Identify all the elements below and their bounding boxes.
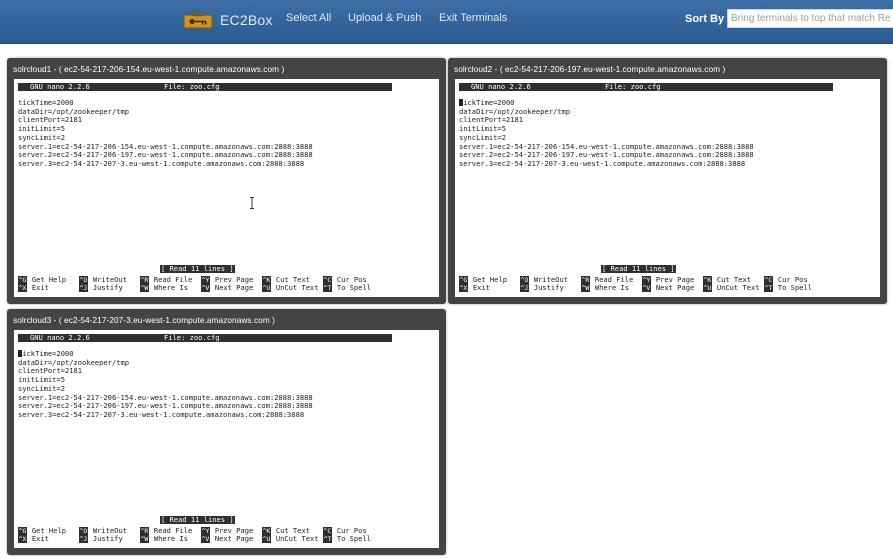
terminal-title: solrcloud2 - ( ec2-54-217-206-197.eu-wes… — [454, 64, 726, 74]
shortcut-key: ^X — [18, 284, 27, 292]
sort-filter-input[interactable] — [727, 9, 893, 28]
shortcut-key: ^V — [201, 535, 210, 543]
nano-header-bar: GNU nano 2.2.6 File: zoo.cfg — [18, 334, 392, 342]
toolbox-key-icon — [183, 10, 213, 29]
terminal-screen[interactable]: GNU nano 2.2.6 File: zoo.cfg tickTime=20… — [14, 330, 439, 548]
terminal-window[interactable]: solrcloud3 - ( ec2-54-217-207-3.eu-west-… — [7, 309, 446, 555]
terminal-window[interactable]: solrcloud1 - ( ec2-54-217-206-154.eu-wes… — [7, 58, 446, 304]
shortcut-key: ^T — [764, 284, 773, 292]
shortcut-key: ^V — [642, 284, 651, 292]
file-content: tickTime=2000 dataDir=/opt/zookeeper/tmp… — [18, 349, 313, 419]
terminal-title: solrcloud3 - ( ec2-54-217-207-3.eu-west-… — [13, 315, 275, 325]
shortcut-key: ^J — [79, 284, 88, 292]
shortcut-key: ^X — [18, 535, 27, 543]
brand[interactable]: EC2Box — [183, 8, 273, 32]
shortcut-key: ^T — [323, 535, 332, 543]
exit-terminals-link[interactable]: Exit Terminals — [439, 12, 507, 24]
sort-by-label: Sort By — [685, 13, 725, 25]
nano-header-bar: GNU nano 2.2.6 File: zoo.cfg — [18, 83, 392, 91]
nano-filename: File: zoo.cfg — [164, 82, 220, 91]
shortcut-key: ^U — [703, 284, 712, 292]
terminal-window[interactable]: solrcloud2 - ( ec2-54-217-206-197.eu-wes… — [448, 58, 887, 304]
upload-push-link[interactable]: Upload & Push — [348, 12, 421, 24]
shortcut-key: ^J — [79, 535, 88, 543]
shortcut-key: ^T — [323, 284, 332, 292]
nano-version: GNU nano 2.2.6 — [471, 82, 531, 91]
nano-header-bar: GNU nano 2.2.6 File: zoo.cfg — [459, 83, 833, 91]
nano-status: [ Read 11 lines ] — [601, 264, 676, 273]
shortcut-key: ^J — [520, 284, 529, 292]
nano-filename: File: zoo.cfg — [164, 333, 220, 342]
nano-version: GNU nano 2.2.6 — [30, 82, 90, 91]
shortcut-key: ^U — [262, 535, 271, 543]
shortcut-key: ^W — [140, 535, 149, 543]
shortcut-key: ^X — [459, 284, 468, 292]
ibeam-cursor-icon — [250, 197, 254, 209]
top-navbar: EC2Box Select All Upload & Push Exit Ter… — [0, 0, 893, 44]
shortcut-key: ^W — [581, 284, 590, 292]
shortcut-key: ^U — [262, 284, 271, 292]
terminal-title: solrcloud1 - ( ec2-54-217-206-154.eu-wes… — [13, 64, 285, 74]
nano-status: [ Read 11 lines ] — [160, 515, 235, 524]
nano-version: GNU nano 2.2.6 — [30, 333, 90, 342]
brand-name: EC2Box — [220, 12, 273, 28]
shortcut-key: ^V — [201, 284, 210, 292]
shortcut-key: ^W — [140, 284, 149, 292]
nano-filename: File: zoo.cfg — [605, 82, 661, 91]
file-content: tickTime=2000 dataDir=/opt/zookeeper/tmp… — [18, 98, 313, 168]
select-all-link[interactable]: Select All — [286, 12, 331, 24]
terminal-screen[interactable]: GNU nano 2.2.6 File: zoo.cfg tickTime=20… — [455, 79, 880, 297]
nano-status: [ Read 11 lines ] — [160, 264, 235, 273]
terminal-screen[interactable]: GNU nano 2.2.6 File: zoo.cfg tickTime=20… — [14, 79, 439, 297]
file-content: tickTime=2000 dataDir=/opt/zookeeper/tmp… — [459, 98, 754, 168]
